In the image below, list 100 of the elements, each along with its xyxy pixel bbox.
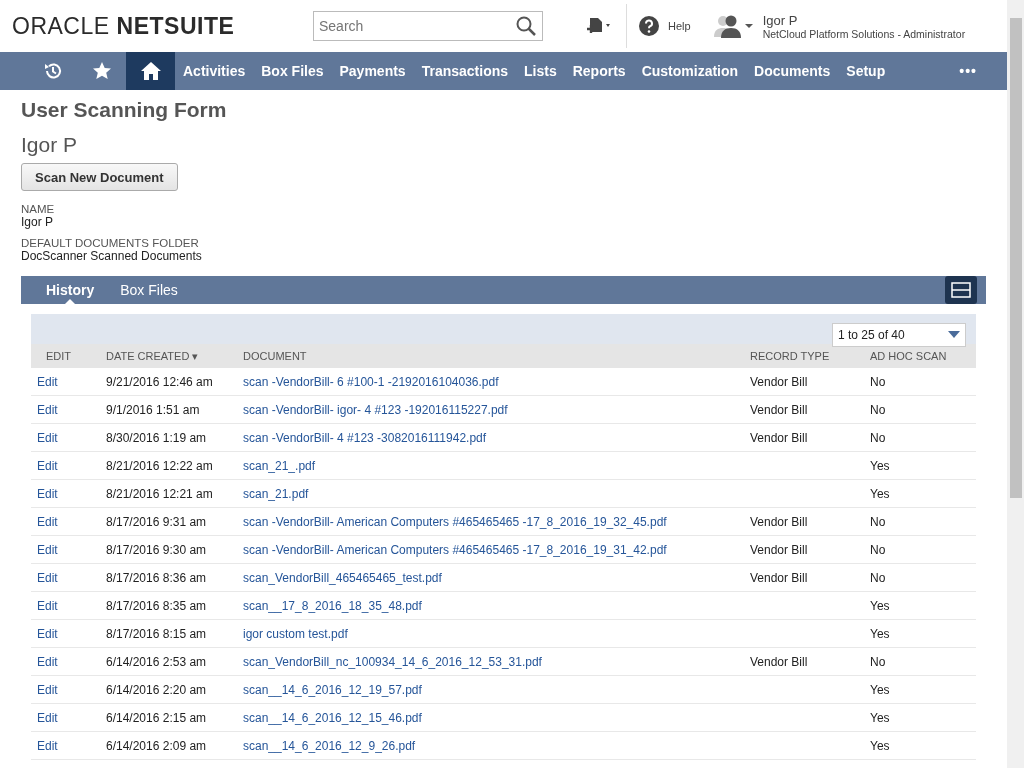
edit-link[interactable]: Edit bbox=[37, 710, 58, 725]
logo-text: NETSUITE bbox=[116, 12, 235, 40]
document-link[interactable]: scan -VendorBill- 6 #100-1 -2192016104036.pdf bbox=[243, 374, 499, 389]
edit-link[interactable]: Edit bbox=[37, 542, 58, 557]
document-link[interactable]: scan -VendorBill- 4 #123 -3082016111942.pdf bbox=[243, 430, 487, 445]
users-icon bbox=[712, 14, 755, 38]
edit-link[interactable]: Edit bbox=[37, 486, 58, 501]
document-link[interactable]: igor custom test.pdf bbox=[243, 626, 348, 641]
pager-dropdown[interactable]: 1 to 25 of 40 bbox=[832, 323, 966, 347]
document-link[interactable]: scan -VendorBill- American Computers #465465465 -17_8_2016_19_32_45.pdf bbox=[243, 514, 667, 529]
record-name: Igor P bbox=[21, 133, 79, 157]
table-cell: 8/17/2016 8:15 am bbox=[100, 619, 237, 648]
edit-link[interactable]: Edit bbox=[37, 374, 58, 389]
document-link[interactable]: scan__14_6_2016_12_19_57.pdf bbox=[243, 682, 422, 697]
column-header: DOCUMENT bbox=[237, 344, 744, 368]
home-icon bbox=[139, 61, 162, 81]
table-cell: Vendor Bill bbox=[744, 647, 864, 676]
document-link[interactable]: scan__17_8_2016_18_35_48.pdf bbox=[243, 598, 422, 613]
document-link[interactable]: scan__14_6_2016_12_9_26.pdf bbox=[243, 738, 416, 753]
field-value: Igor P bbox=[21, 215, 54, 229]
field-label: NAME bbox=[21, 203, 56, 215]
column-header[interactable]: DATE CREATED ▾ bbox=[100, 344, 237, 368]
table-cell: Yes bbox=[864, 479, 976, 508]
table-cell: Vendor Bill bbox=[744, 535, 864, 564]
table-cell: 6/14/2016 2:15 am bbox=[100, 703, 237, 732]
subtab[interactable]: Box Files bbox=[107, 276, 191, 304]
table-cell: 8/30/2016 1:19 am bbox=[100, 423, 237, 452]
more-menu-button[interactable]: ••• bbox=[951, 52, 985, 90]
table-cell: 8/17/2016 9:30 am bbox=[100, 535, 237, 564]
nav-menu-item[interactable]: Setup bbox=[838, 52, 894, 90]
table-cell: 6/14/2016 2:53 am bbox=[100, 647, 237, 676]
search-icon[interactable] bbox=[516, 16, 536, 36]
edit-link[interactable]: Edit bbox=[37, 514, 58, 529]
table-cell: 9/21/2016 12:46 am bbox=[100, 368, 237, 396]
edit-link[interactable]: Edit bbox=[37, 402, 58, 417]
nav-menu-item[interactable]: Activities bbox=[175, 52, 254, 90]
user-name: Igor P bbox=[762, 12, 799, 28]
table-cell: Yes bbox=[864, 591, 976, 620]
table-cell: 8/17/2016 8:36 am bbox=[100, 563, 237, 592]
table-cell: Vendor Bill bbox=[744, 563, 864, 592]
field-value: DocScanner Scanned Documents bbox=[21, 249, 203, 263]
nav-menu-item[interactable]: Lists bbox=[516, 52, 565, 90]
edit-link[interactable]: Edit bbox=[37, 626, 58, 641]
document-link[interactable]: scan_21.pdf bbox=[243, 486, 309, 501]
table-cell: No bbox=[864, 507, 976, 536]
help-icon bbox=[639, 16, 659, 36]
table-cell: Yes bbox=[864, 451, 976, 480]
table-cell: Vendor Bill bbox=[744, 423, 864, 452]
table-cell: Yes bbox=[864, 619, 976, 648]
edit-link[interactable]: Edit bbox=[37, 570, 58, 585]
field-label: DEFAULT DOCUMENTS FOLDER bbox=[21, 237, 200, 249]
table-cell: Yes bbox=[864, 675, 976, 704]
search-field[interactable]: Search bbox=[313, 11, 543, 41]
history-icon bbox=[42, 61, 63, 81]
document-link[interactable]: scan__14_6_2016_12_15_46.pdf bbox=[243, 710, 422, 725]
table-cell: 8/17/2016 8:35 am bbox=[100, 591, 237, 620]
edit-link[interactable]: Edit bbox=[37, 738, 58, 753]
table-cell: 8/21/2016 12:22 am bbox=[100, 451, 237, 480]
table-cell: Vendor Bill bbox=[744, 368, 864, 396]
user-menu[interactable]: Igor P NetCloud Platform Solutions - Administrator bbox=[712, 12, 966, 40]
table-cell: Yes bbox=[864, 703, 976, 732]
column-header: EDIT bbox=[31, 344, 100, 368]
subtab[interactable]: History bbox=[33, 276, 108, 304]
table-cell: No bbox=[864, 423, 976, 452]
nav-menu-item[interactable]: Payments bbox=[331, 52, 414, 90]
layout-toggle-icon[interactable] bbox=[945, 276, 977, 304]
nav-menu-item[interactable]: Box Files bbox=[253, 52, 332, 90]
nav-menu-item[interactable]: Reports bbox=[564, 52, 634, 90]
edit-link[interactable]: Edit bbox=[37, 598, 58, 613]
document-link[interactable]: scan -VendorBill- igor- 4 #123 -192016115227.pdf bbox=[243, 402, 508, 417]
document-link[interactable]: scan_21_.pdf bbox=[243, 458, 316, 473]
edit-link[interactable]: Edit bbox=[37, 430, 58, 445]
nav-menu-item[interactable]: Transactions bbox=[413, 52, 517, 90]
help-link[interactable]: Help bbox=[639, 16, 691, 36]
scan-button[interactable]: Scan New Document bbox=[21, 163, 178, 191]
table-cell: No bbox=[864, 563, 976, 592]
star-icon bbox=[91, 61, 112, 81]
user-role: NetCloud Platform Solutions - Administrator bbox=[762, 27, 966, 40]
nav-menu-item[interactable]: Documents bbox=[746, 52, 839, 90]
document-link[interactable]: scan_VendorBill_nc_100934_14_6_2016_12_53_31.pdf bbox=[243, 654, 542, 669]
edit-link[interactable]: Edit bbox=[37, 682, 58, 697]
edit-link[interactable]: Edit bbox=[37, 654, 58, 669]
scrollbar[interactable] bbox=[1007, 0, 1024, 768]
page-title: User Scanning Form bbox=[21, 98, 228, 122]
nav-home-button[interactable] bbox=[126, 52, 175, 90]
table-cell: No bbox=[864, 535, 976, 564]
table-cell: 8/21/2016 12:21 am bbox=[100, 479, 237, 508]
document-link[interactable]: scan -VendorBill- American Computers #465465465 -17_8_2016_19_31_42.pdf bbox=[243, 542, 667, 557]
table-cell: Vendor Bill bbox=[744, 507, 864, 536]
edit-link[interactable]: Edit bbox=[37, 458, 58, 473]
caret-icon bbox=[948, 331, 960, 339]
nav-menu-item[interactable]: Customization bbox=[633, 52, 747, 90]
column-header: RECORD TYPE bbox=[744, 344, 864, 368]
table-cell: 6/14/2016 2:20 am bbox=[100, 675, 237, 704]
table-cell: No bbox=[864, 647, 976, 676]
table-cell: Vendor Bill bbox=[744, 395, 864, 424]
document-link[interactable]: scan_VendorBill_465465465_test.pdf bbox=[243, 570, 442, 585]
table-cell: No bbox=[864, 368, 976, 396]
table-cell: Yes bbox=[864, 731, 976, 760]
table-cell: 8/17/2016 9:31 am bbox=[100, 507, 237, 536]
